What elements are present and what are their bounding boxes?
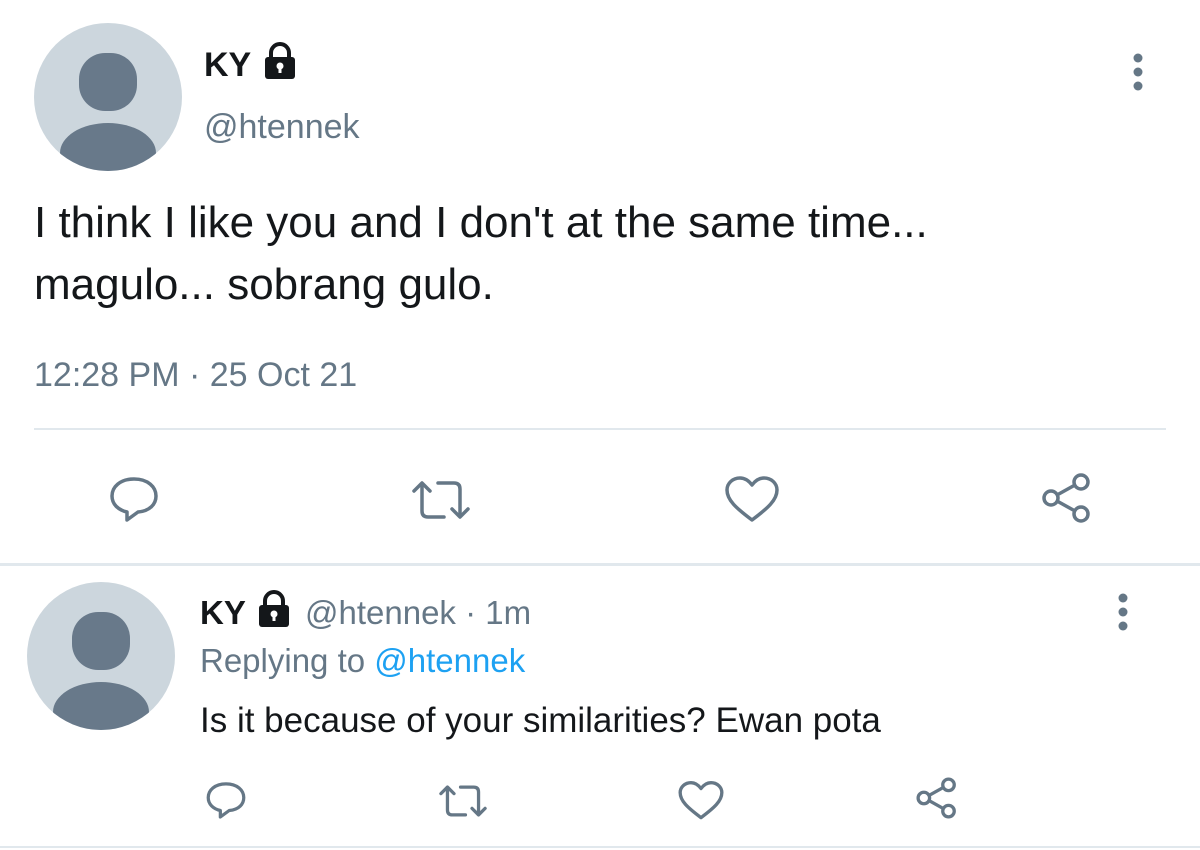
reply-handle-time[interactable]: @htennek · 1m [305,594,531,632]
avatar-body [60,123,156,171]
more-vertical-icon[interactable] [1113,590,1133,634]
replying-to: Replying to @htennek [200,642,525,680]
share-icon[interactable] [913,775,961,821]
share-icon[interactable] [1038,470,1096,526]
lock-icon [265,42,295,79]
tweet-separator [0,563,1200,566]
bottom-divider [0,846,1200,848]
heart-icon[interactable] [722,474,782,526]
replying-to-label: Replying to [200,642,375,679]
reply-icon[interactable] [203,779,249,821]
avatar[interactable] [34,23,182,171]
heart-icon[interactable] [676,779,726,823]
main-tweet: KY @htennek I think I like you and I don… [0,0,1200,562]
avatar-head [72,612,130,670]
divider [34,428,1166,430]
replying-to-handle[interactable]: @htennek [374,642,525,679]
display-name[interactable]: KY [204,46,251,85]
reply-icon[interactable] [106,473,162,525]
tweet-text-line-2: magulo... sobrang gulo. [34,260,494,309]
reply-avatar[interactable] [27,582,175,730]
avatar-head [79,53,137,111]
lock-icon [259,590,289,627]
timestamp[interactable]: 12:28 PM · 25 Oct 21 [34,356,357,395]
reply-text: Is it because of your similarities? Ewan… [200,701,881,740]
tweet-text-line-1: I think I like you and I don't at the sa… [34,198,928,247]
avatar-body [53,682,149,730]
more-vertical-icon[interactable] [1128,50,1148,94]
retweet-icon[interactable] [436,782,490,820]
handle[interactable]: @htennek [204,108,360,147]
retweet-icon[interactable] [408,477,474,523]
reply-display-name[interactable]: KY [200,594,246,632]
